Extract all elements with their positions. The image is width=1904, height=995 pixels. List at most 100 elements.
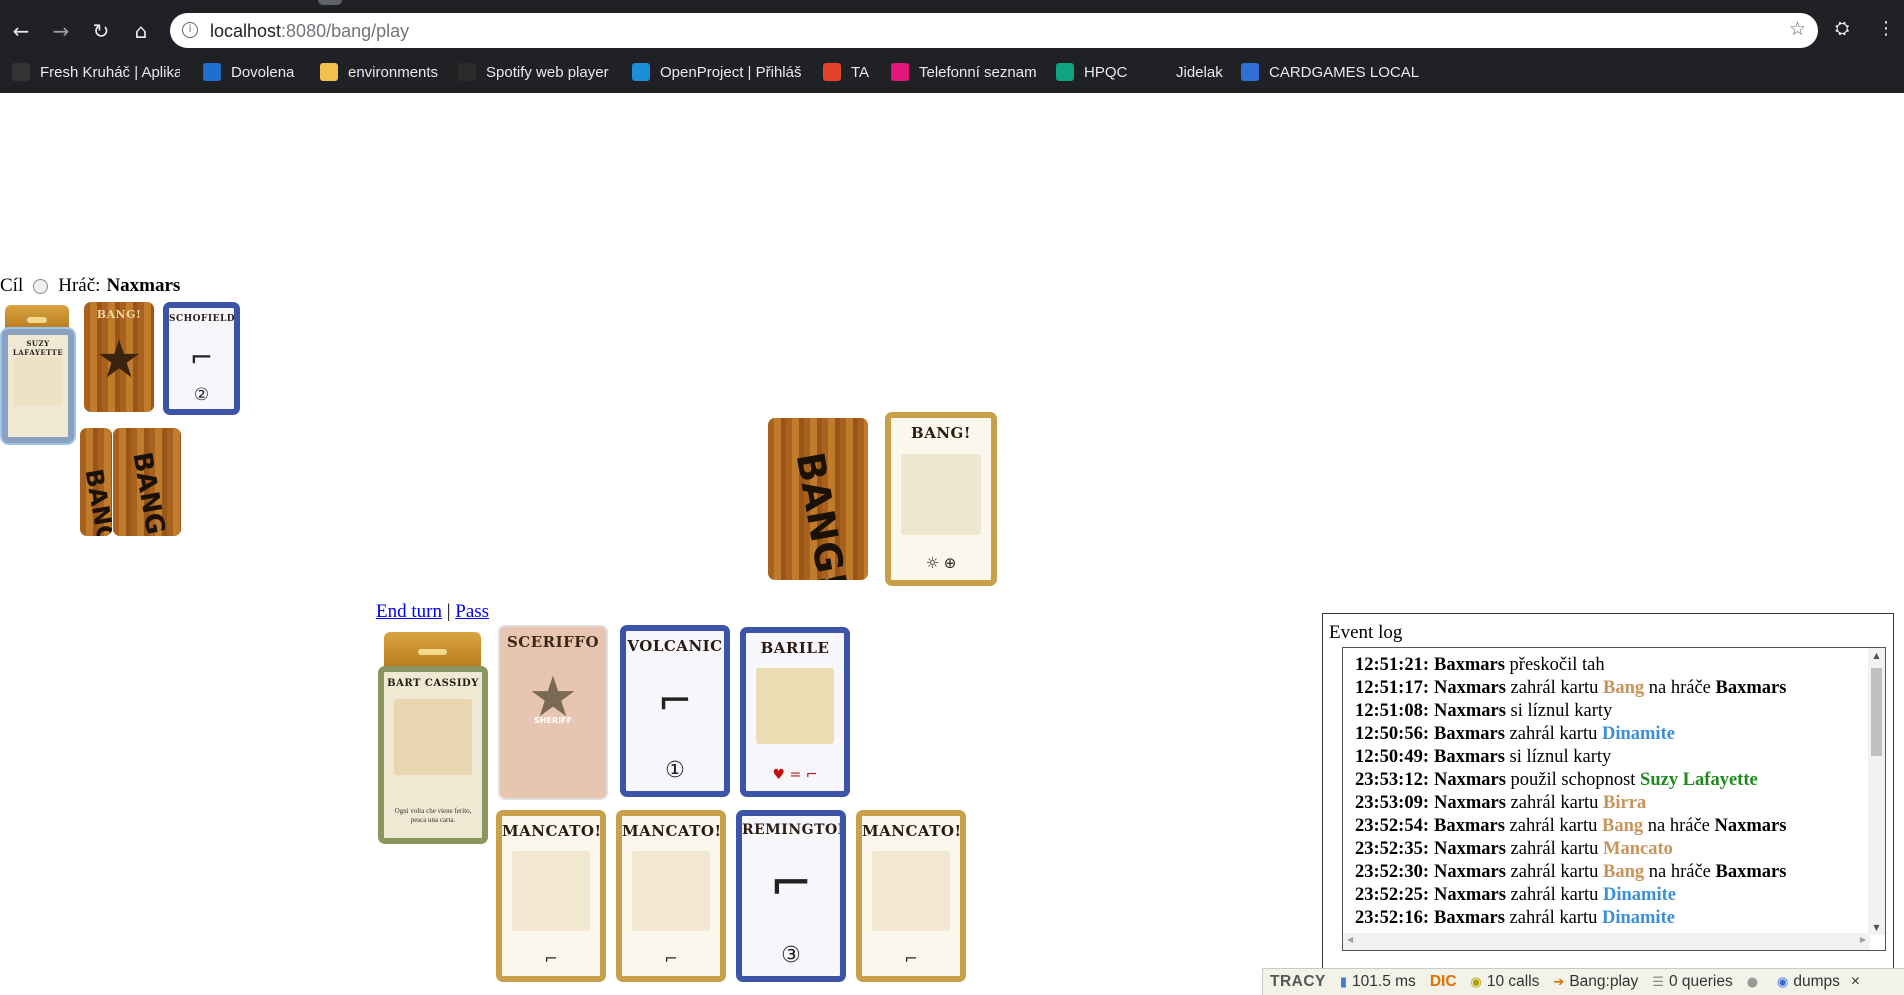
my-character-card[interactable]: BART CASSIDY Ogni volta che viene ferito… <box>378 666 488 844</box>
volcanic-card[interactable]: VOLCANIC ⌐ ① <box>620 625 730 797</box>
tracy-close-icon[interactable]: × <box>1847 973 1864 991</box>
home-icon[interactable]: ⌂ <box>128 18 154 44</box>
tracy-calls[interactable]: ◉ 10 calls <box>1464 973 1547 991</box>
log-actor: Baxmars <box>1433 655 1505 675</box>
bookmark-item[interactable]: Fresh Kruháč | Aplika <box>12 61 180 83</box>
opponent-schofield-card[interactable]: SCHOFIELD ⌐ ② <box>163 302 240 415</box>
log-card: Birra <box>1603 793 1647 813</box>
bookmark-item[interactable]: CARDGAMES LOCAL <box>1241 61 1421 83</box>
phone-icon <box>891 63 909 81</box>
mancato-card[interactable]: MANCATO! ⌐ <box>616 810 726 982</box>
discard-pile[interactable]: BANG! ☼ ⊕ <box>885 412 997 586</box>
log-entry: 12:50:56: Baxmars zahrál kartu Dinamite <box>1355 724 1675 745</box>
action-links: End turn | Pass <box>376 601 489 623</box>
target-label: Cíl <box>0 275 24 296</box>
draw-deck[interactable]: BANG! <box>768 418 868 580</box>
opponent-bang-card[interactable]: BANG! ★ <box>84 302 154 412</box>
log-actor: Baxmars <box>1433 747 1505 767</box>
openproject-icon <box>632 63 650 81</box>
extension-icon[interactable]: ⛭ <box>1835 18 1849 39</box>
gun-icon: ⌐ <box>664 949 678 968</box>
mancato-card[interactable]: MANCATO! ⌐ <box>496 810 606 982</box>
bookmark-item[interactable]: Spotify web player <box>458 61 618 83</box>
log-time: 23:52:25: <box>1355 885 1429 905</box>
bookmark-item[interactable]: HPQC <box>1056 61 1134 83</box>
target-radio[interactable] <box>33 278 49 294</box>
menu-icon[interactable]: ⋮ <box>1877 18 1895 39</box>
tracy-queries[interactable]: ☰ 0 queries <box>1645 973 1739 991</box>
player-name: Naxmars <box>106 275 181 296</box>
revolver-icon: ⌐ <box>189 341 214 375</box>
character-portrait <box>393 698 473 775</box>
tracy-logo[interactable]: TRACY <box>1263 973 1333 991</box>
browser-tab-indicator[interactable] <box>318 0 342 5</box>
db-calls-icon: ◉ <box>1470 974 1482 990</box>
pass-link[interactable]: Pass <box>455 601 489 622</box>
log-card: Bang <box>1601 816 1644 836</box>
log-actor: Naxmars <box>1433 839 1506 859</box>
bookmark-item[interactable]: OpenProject | Přihláš <box>632 61 804 83</box>
scroll-left-icon[interactable]: ◀ <box>1347 935 1353 944</box>
event-log-panel: Event log ▲ ▼ ◀ ▶ 12:51:21: Baxmars přesk… <box>1322 613 1894 995</box>
log-text: zahrál kartu <box>1504 816 1602 836</box>
bookmark-item[interactable]: environments <box>320 61 446 83</box>
bookmark-item[interactable]: TA <box>823 61 873 83</box>
scroll-thumb[interactable] <box>1871 668 1882 756</box>
back-icon[interactable]: ← <box>8 18 34 44</box>
end-turn-link[interactable]: End turn <box>376 601 442 622</box>
scroll-up-icon[interactable]: ▲ <box>1868 651 1885 660</box>
sheriff-star-icon: ★ <box>95 329 143 390</box>
deck-back-text: BANG! <box>787 448 856 580</box>
log-target: Baxmars <box>1715 862 1787 882</box>
remington-card[interactable]: REMINGTON ⌐ ③ <box>736 810 846 982</box>
mancato-title: MANCATO! <box>622 822 722 840</box>
log-time: 23:52:30: <box>1355 862 1429 882</box>
bookmark-item[interactable]: Dovolena <box>203 61 303 83</box>
card-back-text: BANG! <box>126 450 173 536</box>
log-text: přeskočil tah <box>1504 655 1605 675</box>
log-text: zahrál kartu <box>1504 908 1602 928</box>
bookmark-item[interactable]: Telefonní seznam <box>891 61 1041 83</box>
log-card: Dinamite <box>1603 885 1676 905</box>
log-entry: 12:50:49: Baxmars si líznul karty <box>1355 747 1611 768</box>
address-bar[interactable]: i localhost:8080/bang/play ☆ <box>170 13 1818 48</box>
event-log-list[interactable]: ▲ ▼ ◀ ▶ 12:51:21: Baxmars přeskočil tah 12… <box>1342 647 1886 951</box>
scroll-down-icon[interactable]: ▼ <box>1868 923 1885 932</box>
scroll-right-icon[interactable]: ▶ <box>1860 935 1866 944</box>
user-icon: ● <box>1746 974 1759 990</box>
log-entry: 23:53:12: Naxmars použil schopnost Suzy L… <box>1355 770 1758 791</box>
log-tail: na hráče <box>1644 678 1716 698</box>
bookmark-star-icon[interactable]: ☆ <box>1789 18 1806 40</box>
mancato-card[interactable]: MANCATO! ⌐ <box>856 810 966 982</box>
life-bullet-card <box>5 305 69 331</box>
tracy-user[interactable]: ● <box>1740 975 1770 990</box>
character-portrait <box>14 357 62 407</box>
sceriffo-card[interactable]: SCERIFFO ★ SHERIFF <box>498 625 608 800</box>
tracy-dumps[interactable]: ◉ dumps <box>1770 973 1847 991</box>
url-text[interactable]: localhost:8080/bang/play <box>210 21 409 42</box>
reload-icon[interactable]: ↻ <box>88 18 114 44</box>
target-icon: ☼ ⊕ <box>925 554 957 572</box>
log-time: 23:53:09: <box>1355 793 1429 813</box>
info-icon[interactable]: i <box>182 22 198 38</box>
log-actor: Baxmars <box>1433 908 1505 928</box>
card-back-text: BANG! <box>80 466 112 536</box>
log-text: si líznul karty <box>1504 747 1612 767</box>
forward-icon[interactable]: → <box>48 18 74 44</box>
log-time: 12:50:49: <box>1355 747 1429 767</box>
bookmark-item[interactable]: Jidelak <box>1148 61 1236 83</box>
gitlab-icon <box>823 63 841 81</box>
barile-card[interactable]: BARILE ♥ = ⌐ <box>740 627 850 797</box>
gun-icon: ⌐ <box>904 949 918 968</box>
my-character-name: BART CASSIDY <box>387 678 479 689</box>
tracy-route[interactable]: ➔ Bang:play <box>1546 973 1645 991</box>
route-icon: ➔ <box>1553 974 1565 990</box>
vertical-scrollbar[interactable]: ▲ ▼ <box>1868 648 1885 935</box>
tracy-time[interactable]: ▮ 101.5 ms <box>1333 973 1423 991</box>
opponent-character-card[interactable]: SUZY LAFAYETTE <box>2 329 74 443</box>
tracy-dic[interactable]: DIC <box>1423 973 1464 991</box>
log-text: zahrál kartu <box>1505 885 1603 905</box>
log-tail: na hráče <box>1643 816 1715 836</box>
life-bullet-card <box>384 632 481 670</box>
horizontal-scrollbar[interactable]: ◀ ▶ <box>1343 933 1870 950</box>
